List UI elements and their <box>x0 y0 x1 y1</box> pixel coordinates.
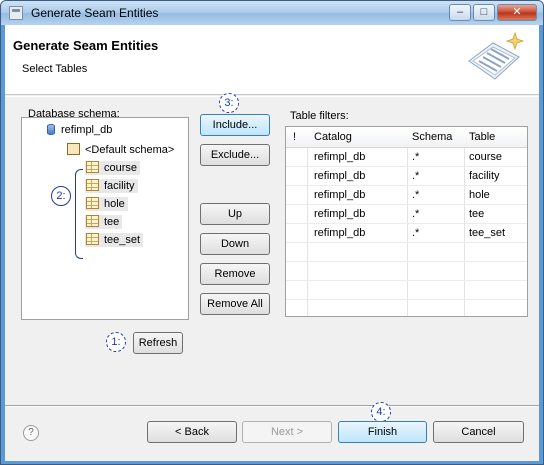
column-header-exclude[interactable]: ! <box>293 131 296 143</box>
table-row[interactable]: refimpl_db .* tee_set <box>286 224 527 243</box>
cell-table: tee_set <box>469 227 506 239</box>
exclude-button[interactable]: Exclude... <box>200 144 270 166</box>
annotation-marker-3: 3: <box>219 93 239 113</box>
table-icon <box>86 197 99 209</box>
tree-node-table-facility[interactable]: facility <box>85 179 138 193</box>
tree-node-schema-label: <Default schema> <box>85 144 175 156</box>
cell-schema: .* <box>412 227 420 239</box>
include-button[interactable]: Include... <box>200 114 270 136</box>
table-row-empty[interactable] <box>286 262 527 281</box>
table-label-facility: facility <box>104 180 135 192</box>
next-button[interactable]: Next > <box>242 421 332 443</box>
page-subtitle: Select Tables <box>22 63 88 75</box>
footer-divider-highlight <box>5 406 539 407</box>
tree-node-table-course[interactable]: course <box>85 161 141 175</box>
tree-node-table-tee[interactable]: tee <box>85 215 123 229</box>
table-label-tee-set: tee_set <box>104 234 141 246</box>
maximize-button[interactable]: □ <box>473 4 495 21</box>
cell-table: course <box>469 151 503 163</box>
annotation-brace <box>75 169 83 259</box>
table-row-empty[interactable] <box>286 281 527 300</box>
window-title: Generate Seam Entities <box>31 6 159 20</box>
window-app-icon <box>9 6 23 20</box>
tree-node-schema[interactable]: <Default schema> <box>67 143 174 156</box>
page-title: Generate Seam Entities <box>13 38 159 53</box>
cell-catalog: refimpl_db <box>314 170 366 182</box>
table-label-tee: tee <box>104 216 120 228</box>
minimize-button[interactable]: – <box>449 4 471 21</box>
table-icon <box>86 161 99 173</box>
cell-table: facility <box>469 170 500 182</box>
table-row[interactable]: refimpl_db .* facility <box>286 167 527 186</box>
annotation-marker-2: 2: <box>51 186 71 206</box>
cell-catalog: refimpl_db <box>314 208 366 220</box>
title-bar[interactable]: Generate Seam Entities – □ ✕ <box>1 1 543 25</box>
down-button[interactable]: Down <box>200 233 270 255</box>
cancel-button[interactable]: Cancel <box>433 421 524 443</box>
table-icon <box>86 179 99 191</box>
help-icon[interactable]: ? <box>23 425 39 441</box>
finish-button[interactable]: Finish <box>338 421 427 443</box>
wizard-header: Generate Seam Entities Select Tables <box>5 25 539 95</box>
column-header-catalog[interactable]: Catalog <box>314 131 352 143</box>
wizard-banner-icon <box>468 31 525 80</box>
table-filters-label: Table filters: <box>290 110 349 122</box>
header-divider <box>5 96 539 97</box>
database-schema-tree[interactable]: refimpl_db <Default schema> course facil… <box>21 117 189 320</box>
table-row[interactable]: refimpl_db .* tee <box>286 205 527 224</box>
dialog-window: Generate Seam Entities – □ ✕ Generate Se… <box>0 0 544 465</box>
cell-schema: .* <box>412 189 420 201</box>
cell-table: tee <box>469 208 485 220</box>
remove-all-button[interactable]: Remove All <box>200 293 270 315</box>
table-row[interactable]: refimpl_db .* course <box>286 148 527 167</box>
table-label-course: course <box>104 162 138 174</box>
annotation-marker-1: 1: <box>106 332 126 352</box>
table-filters-table[interactable]: ! Catalog Schema Table refimpl_db .* cou… <box>285 126 528 317</box>
annotation-marker-4: 4: <box>371 402 391 422</box>
cell-catalog: refimpl_db <box>314 151 366 163</box>
cell-catalog: refimpl_db <box>314 189 366 201</box>
up-button[interactable]: Up <box>200 203 270 225</box>
tree-node-table-hole[interactable]: hole <box>85 197 128 211</box>
tree-node-table-tee-set[interactable]: tee_set <box>85 233 144 247</box>
cell-table: hole <box>469 189 490 201</box>
database-icon <box>47 124 55 135</box>
table-icon <box>86 233 99 245</box>
table-row-empty[interactable] <box>286 243 527 262</box>
cell-schema: .* <box>412 170 420 182</box>
schema-icon <box>67 143 80 155</box>
column-header-table[interactable]: Table <box>469 131 495 143</box>
table-label-hole: hole <box>104 198 125 210</box>
table-icon <box>86 215 99 227</box>
cell-catalog: refimpl_db <box>314 227 366 239</box>
table-header: ! Catalog Schema Table <box>286 127 527 148</box>
dialog-client-area: Generate Seam Entities Select Tables Dat… <box>5 25 539 461</box>
column-header-schema[interactable]: Schema <box>412 131 452 143</box>
close-button[interactable]: ✕ <box>497 4 537 21</box>
remove-button[interactable]: Remove <box>200 263 270 285</box>
cell-schema: .* <box>412 151 420 163</box>
cell-schema: .* <box>412 208 420 220</box>
refresh-button[interactable]: Refresh <box>133 332 183 354</box>
tree-node-database-label: refimpl_db <box>61 124 113 136</box>
table-row[interactable]: refimpl_db .* hole <box>286 186 527 205</box>
tree-node-database[interactable]: refimpl_db <box>47 124 112 136</box>
back-button[interactable]: < Back <box>147 421 237 443</box>
